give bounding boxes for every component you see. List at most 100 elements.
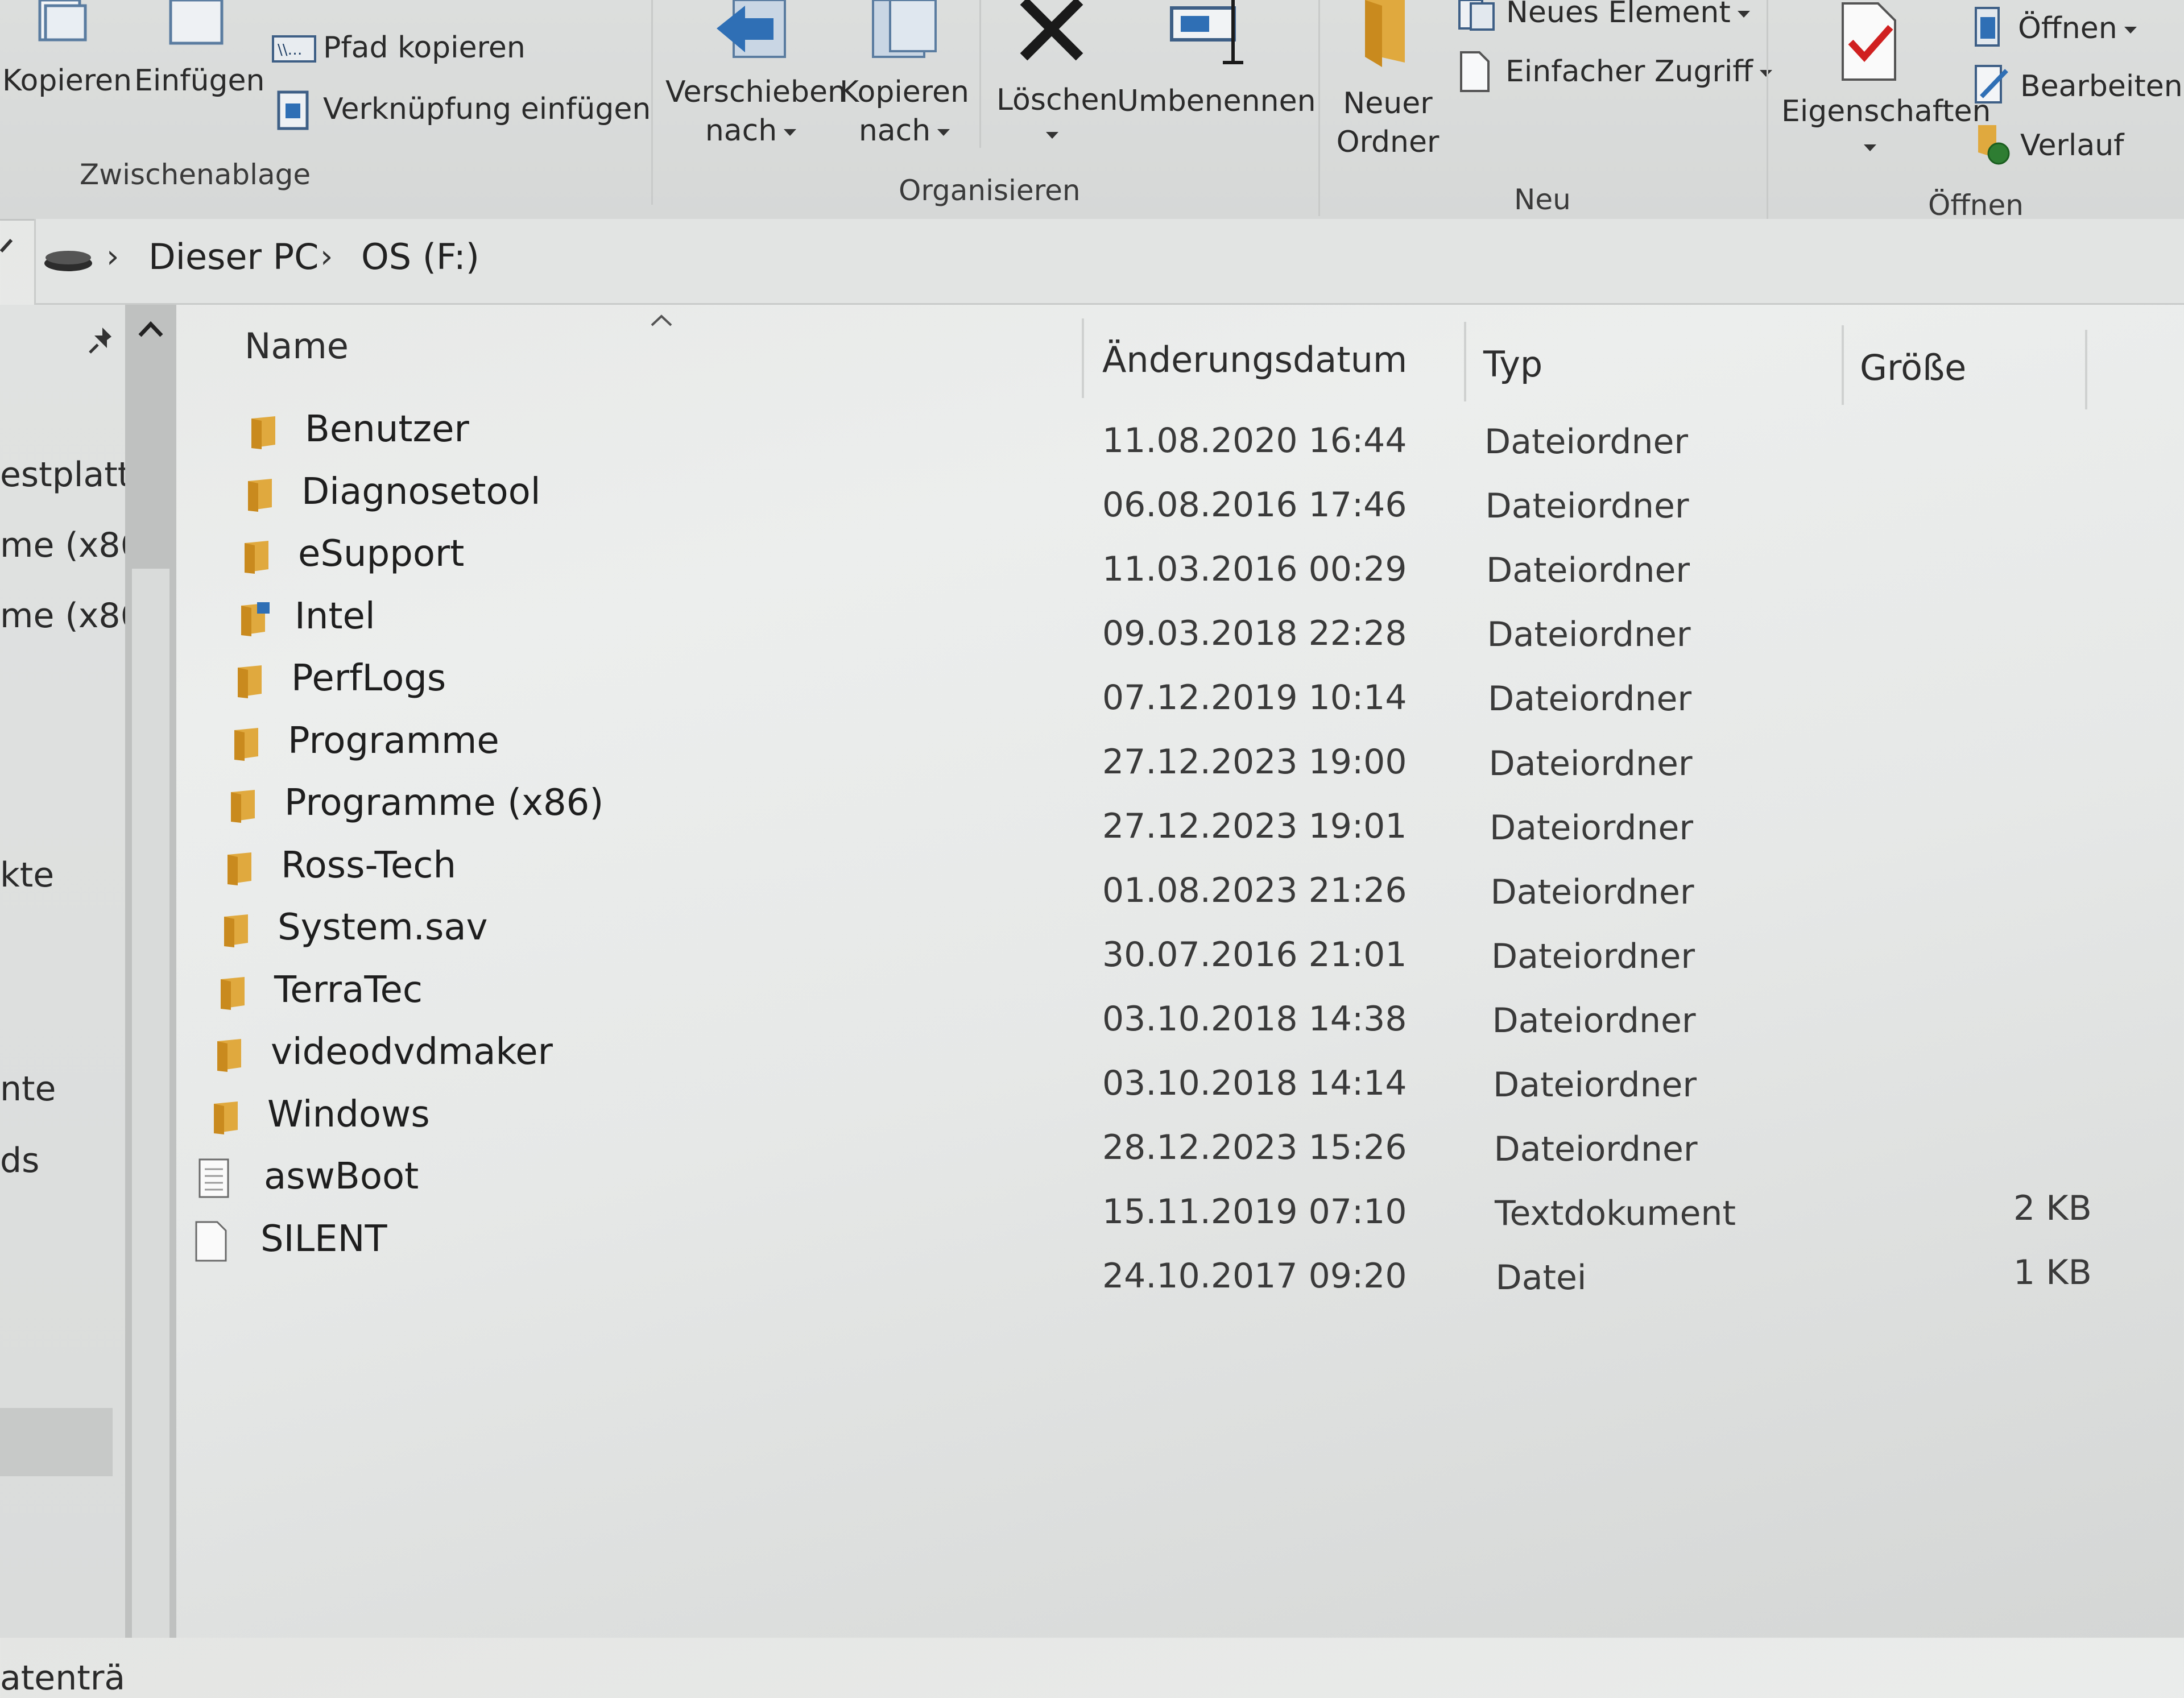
file-name: Diagnosetool (301, 470, 541, 513)
folder-icon (230, 789, 260, 826)
move-to-icon (717, 0, 786, 58)
group-separator (979, 0, 981, 148)
table-row[interactable]: TerraTec 03.10.2018 14:38 Dateiordner (0, 968, 2150, 1041)
properties-icon (1842, 2, 1896, 81)
history-icon (1978, 125, 2010, 165)
history-button[interactable]: Verlauf (1972, 123, 2177, 168)
table-row[interactable]: PerfLogs 07.12.2019 10:14 Dateiordner (0, 657, 2150, 719)
delete-label: Löschen (996, 83, 1118, 117)
properties-button[interactable]: Eigenschaften (1774, 0, 1991, 165)
table-row[interactable]: Programme (x86) 27.12.2023 19:01 Dateior… (0, 782, 2150, 848)
file-name: aswBoot (264, 1156, 419, 1198)
properties-dropdown-icon[interactable] (1864, 144, 1876, 151)
edit-button[interactable]: Bearbeiten (1972, 64, 2183, 109)
file-modified: 24.10.2017 09:20 (1102, 1256, 1407, 1296)
table-row[interactable]: aswBoot 15.11.2019 07:10 Textdokument 2 … (0, 1156, 2150, 1233)
table-row[interactable]: videodvdmaker 03.10.2018 14:14 Dateiordn… (0, 1031, 2150, 1105)
copy-to-button[interactable]: Kopieren nach (836, 0, 973, 159)
delete-dropdown-icon[interactable] (1046, 132, 1058, 139)
column-header-name[interactable]: Name (245, 325, 349, 367)
address-bar[interactable]: › Dieser PC › OS (F:) (34, 219, 2184, 305)
copy-button[interactable]: Kopieren (0, 0, 132, 114)
file-name: Intel (295, 595, 375, 637)
move-to-label: Verschieben nach (665, 75, 846, 148)
folder-icon (226, 851, 257, 889)
copy-path-button[interactable]: \\… Pfad kopieren (267, 28, 631, 74)
group-separator (651, 0, 653, 205)
breadcrumb-this-pc[interactable]: Dieser PC (148, 236, 318, 278)
copy-to-label: Kopieren nach (839, 75, 969, 148)
rename-icon (1170, 0, 1243, 64)
new-folder-button[interactable]: Neuer Ordner (1325, 0, 1450, 171)
file-name: Ross-Tech (281, 844, 456, 887)
paste-icon (169, 0, 224, 45)
column-header-type[interactable]: Typ (1483, 343, 1542, 385)
copy-path-label: Pfad kopieren (323, 31, 526, 65)
open-button[interactable]: Öffnen (1972, 6, 2177, 51)
move-to-button[interactable]: Verschieben nach (665, 0, 846, 159)
text-document-icon (198, 1158, 231, 1202)
history-label: Verlauf (2020, 129, 2124, 163)
scroll-up-icon[interactable] (132, 312, 169, 349)
new-folder-label: Neuer Ordner (1336, 86, 1440, 159)
table-row[interactable]: Programme 27.12.2023 19:00 Dateiordner (0, 719, 2150, 784)
table-row[interactable]: eSupport 11.03.2016 00:29 Dateiordner (0, 533, 2150, 592)
nav-item-data-drive[interactable]: atenträ (0, 1658, 125, 1698)
paste-shortcut-button[interactable]: Verknüpfung einfügen (267, 86, 651, 138)
table-row[interactable]: Windows 28.12.2023 15:26 Dateiordner (0, 1094, 2150, 1169)
easy-access-button[interactable]: Einfacher Zugriff (1453, 49, 1773, 94)
svg-text:\\…: \\… (278, 42, 303, 59)
ribbon: Kopieren Einfügen \\… Pfad kopieren Verk… (0, 0, 2184, 222)
file-type: Dateiordner (1484, 422, 1689, 462)
copy-to-icon (872, 0, 937, 58)
open-dropdown-icon (2124, 27, 2137, 34)
new-group-label: Neu (1514, 183, 1571, 216)
table-row[interactable]: SILENT 24.10.2017 09:20 Datei 1 KB (0, 1217, 2150, 1298)
folder-icon (237, 664, 267, 702)
pin-icon[interactable] (85, 323, 119, 357)
file-modified: 11.03.2016 00:29 (1102, 549, 1407, 589)
column-separator[interactable] (1842, 325, 1844, 405)
file-name: TerraTec (274, 968, 423, 1011)
rename-button[interactable]: Umbenennen (1115, 0, 1316, 136)
folder-icon (213, 1100, 243, 1138)
file-name: Benutzer (305, 408, 469, 450)
file-modified: 01.08.2023 21:26 (1102, 871, 1407, 910)
paste-button[interactable]: Einfügen (131, 0, 264, 114)
clipboard-group-label: Zwischenablage (80, 158, 311, 191)
copy-icon (38, 0, 87, 42)
breadcrumb-chevron-icon: › (106, 238, 119, 275)
column-separator[interactable] (2085, 330, 2087, 409)
table-row[interactable]: Diagnosetool 06.08.2016 17:46 Dateiordne… (0, 471, 2150, 530)
column-header-size[interactable]: Größe (1860, 347, 1966, 388)
easy-access-icon (1460, 51, 1490, 92)
folder-icon (220, 976, 250, 1013)
table-row[interactable]: Ross-Tech 01.08.2023 21:26 Dateiordner (0, 844, 2150, 912)
delete-button[interactable]: Löschen (990, 0, 1118, 154)
new-item-dropdown-icon (1737, 11, 1750, 18)
file-type: Dateiordner (1490, 807, 1694, 848)
new-item-button[interactable]: Neues Element (1456, 0, 1763, 36)
new-item-icon (1458, 0, 1495, 31)
column-separator[interactable] (1464, 322, 1466, 401)
column-separator[interactable] (1082, 318, 1084, 398)
nav-selected-highlight (0, 1408, 113, 1476)
new-item-label: Neues Element (1506, 0, 1731, 30)
up-arrow-icon[interactable] (0, 234, 23, 268)
file-name: eSupport (298, 533, 465, 575)
paste-label: Einfügen (134, 64, 265, 98)
open-group-label: Öffnen (1928, 189, 2024, 222)
open-icon (1975, 7, 2000, 47)
file-name: SILENT (260, 1217, 387, 1260)
paste-shortcut-icon (277, 90, 309, 130)
file-name: Programme (288, 719, 499, 762)
breadcrumb-os-drive[interactable]: OS (F:) (361, 236, 479, 278)
table-row[interactable]: System.sav 30.07.2016 21:01 Dateiordner (0, 906, 2150, 976)
edit-icon (1975, 65, 2008, 103)
column-header-modified[interactable]: Änderungsdatum (1102, 339, 1407, 380)
file-name: videodvdmaker (271, 1031, 553, 1073)
copy-label: Kopieren (2, 64, 132, 98)
table-row[interactable]: Benutzer 11.08.2020 16:44 Dateiordner (0, 408, 2150, 467)
file-type: Dateiordner (1487, 615, 1691, 655)
table-row[interactable]: Intel 09.03.2018 22:28 Dateiordner (0, 595, 2150, 655)
